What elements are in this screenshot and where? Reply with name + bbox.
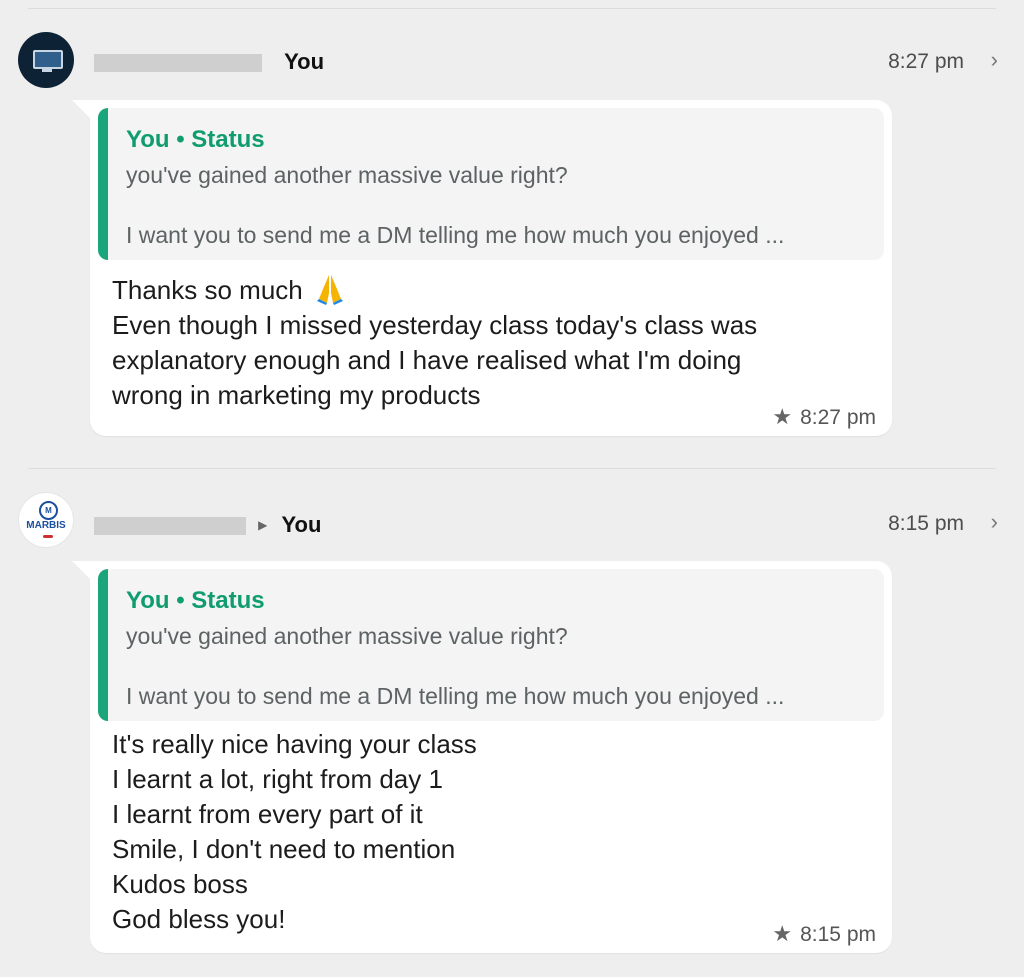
chevron-right-icon[interactable]: › (991, 47, 998, 73)
quote-title: You • Status (126, 587, 265, 614)
quoted-status[interactable]: You • Status you've gained another massi… (98, 569, 884, 721)
message-header-2[interactable]: M MARBIS ▶ You 8:15 pm › (0, 492, 1024, 552)
sender-name: ▶ You (90, 512, 321, 538)
quote-line: I want you to send me a DM telling me ho… (126, 222, 785, 248)
play-arrow-icon: ▶ (258, 518, 268, 532)
message-footer: ★ 8:27 pm (772, 404, 876, 430)
folded-hands-emoji (316, 275, 343, 305)
message-line: wrong in marketing my products (112, 380, 481, 410)
monitor-icon (33, 50, 63, 69)
quote-title: You • Status (126, 126, 265, 153)
message-header-1[interactable]: You 8:27 pm › (0, 32, 1024, 92)
message-bubble-1: You • Status you've gained another massi… (72, 100, 892, 436)
message-line: I learnt from every part of it (112, 799, 423, 829)
recipient-label: You (284, 49, 325, 74)
message-line: It's really nice having your class (112, 729, 477, 759)
quote-line: I want you to send me a DM telling me ho… (126, 683, 785, 709)
message-time: 8:15 pm (888, 512, 964, 535)
footer-time: 8:27 pm (800, 406, 876, 429)
brand-mark (43, 535, 53, 538)
recipient-label: You (281, 512, 322, 537)
quoted-status[interactable]: You • Status you've gained another massi… (98, 108, 884, 260)
sender-avatar[interactable]: M MARBIS (18, 492, 74, 548)
star-icon: ★ (772, 921, 793, 946)
star-icon: ★ (772, 404, 793, 429)
message-line-text: Thanks so much (112, 275, 303, 305)
message-line: explanatory enough and I have realised w… (112, 345, 742, 375)
message-text: Thanks so much Even though I missed yest… (112, 273, 757, 413)
message-text: It's really nice having your class I lea… (112, 727, 477, 937)
message-line: Kudos boss (112, 869, 248, 899)
sender-name: You (90, 49, 324, 75)
top-divider (28, 8, 996, 9)
redacted-name (94, 54, 262, 73)
message-bubble-2: You • Status you've gained another massi… (72, 561, 892, 953)
sender-avatar[interactable] (18, 32, 74, 88)
redacted-name (94, 517, 246, 536)
bubble-tail (72, 561, 90, 579)
message-time: 8:27 pm (888, 50, 964, 73)
section-divider (28, 468, 996, 469)
brand-text: MARBIS (26, 520, 66, 531)
footer-time: 8:15 pm (800, 923, 876, 946)
message-line: God bless you! (112, 904, 286, 934)
bubble-tail (72, 100, 90, 118)
message-footer: ★ 8:15 pm (772, 921, 876, 947)
message-line: Even though I missed yesterday class tod… (112, 310, 758, 340)
brand-logo-icon: M (39, 501, 58, 520)
quote-line: you've gained another massive value righ… (126, 623, 568, 649)
monitor-stand (42, 69, 52, 72)
message-line: Smile, I don't need to mention (112, 834, 456, 864)
message-line: I learnt a lot, right from day 1 (112, 764, 443, 794)
message-line: Thanks so much (112, 273, 757, 308)
chevron-right-icon[interactable]: › (991, 509, 998, 535)
quote-line: you've gained another massive value righ… (126, 162, 568, 188)
